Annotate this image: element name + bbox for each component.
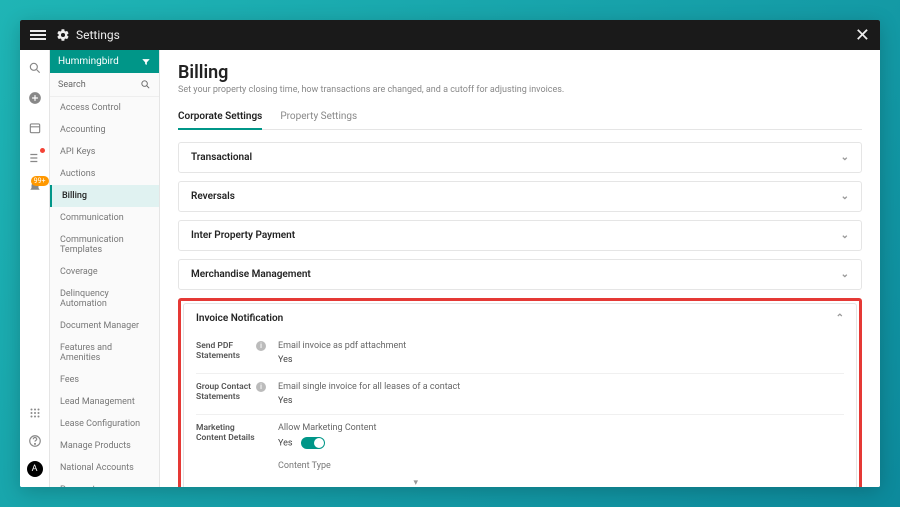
sidebar-item[interactable]: Accounting (50, 119, 159, 141)
content-type-select[interactable]: ▾ (278, 474, 418, 487)
sidebar-item[interactable]: Features and Amenities (50, 337, 159, 369)
chevron-up-icon: ⌃ (836, 313, 844, 324)
sidebar-item[interactable]: Lease Configuration (50, 413, 159, 435)
sidebar-item[interactable]: Communication (50, 207, 159, 229)
sidebar-item[interactable]: Document Manager (50, 315, 159, 337)
titlebar-label: Settings (76, 28, 120, 42)
allow-marketing-toggle[interactable] (301, 437, 325, 449)
page-subtitle: Set your property closing time, how tran… (178, 85, 862, 95)
sidebar-search[interactable]: Search (50, 73, 159, 97)
tabs: Corporate Settings Property Settings (178, 105, 862, 130)
search-placeholder: Search (58, 80, 86, 90)
tab[interactable]: Corporate Settings (178, 105, 262, 130)
section-reversals[interactable]: Reversals⌄ (178, 181, 862, 212)
sidebar-nav: Access ControlAccountingAPI KeysAuctions… (50, 97, 159, 487)
setting-marketing-content: Marketing Content Details Allow Marketin… (196, 414, 844, 487)
tab[interactable]: Property Settings (280, 105, 357, 129)
section-inter-property[interactable]: Inter Property Payment⌄ (178, 220, 862, 251)
section-merchandise[interactable]: Merchandise Management⌄ (178, 259, 862, 290)
menu-icon[interactable] (30, 30, 46, 40)
info-icon[interactable]: i (256, 341, 266, 351)
page-title: Billing (178, 62, 862, 83)
sidebar-item[interactable]: API Keys (50, 141, 159, 163)
sidebar-item[interactable]: Coverage (50, 261, 159, 283)
highlight-box: Invoice Notification ⌃ Send PDF Statemen… (178, 298, 862, 487)
rail-calendar-icon[interactable] (27, 120, 43, 136)
dropdown-icon: ▾ (413, 478, 418, 487)
sidebar-item[interactable]: National Accounts (50, 457, 159, 479)
main-content: Billing Set your property closing time, … (160, 50, 880, 487)
chevron-down-icon: ⌄ (841, 191, 849, 202)
section-invoice-notification: Invoice Notification ⌃ Send PDF Statemen… (183, 303, 857, 487)
sidebar-item[interactable]: Lead Management (50, 391, 159, 413)
info-icon[interactable]: i (256, 382, 266, 392)
close-icon[interactable]: ✕ (855, 25, 870, 46)
invoice-notification-content: Send PDF Statements i Email invoice as p… (184, 333, 856, 487)
setting-send-pdf: Send PDF Statements i Email invoice as p… (196, 333, 844, 373)
chevron-down-icon: ⌄ (841, 230, 849, 241)
sidebar-item[interactable]: Manage Products (50, 435, 159, 457)
rail-notifications-icon[interactable]: 99+ (27, 180, 43, 196)
brand-label: Hummingbird (58, 56, 119, 67)
filter-icon[interactable] (141, 57, 151, 67)
app-body: 99+ A Hummingbird Search Access ControlA… (20, 50, 880, 487)
setting-group-contact: Group Contact Statements i Email single … (196, 373, 844, 414)
notification-badge: 99+ (31, 176, 49, 186)
sidebar-item[interactable]: Billing (50, 185, 159, 207)
sidebar-item[interactable]: Communication Templates (50, 229, 159, 261)
sidebar-item[interactable]: Fees (50, 369, 159, 391)
rail-apps-icon[interactable] (27, 405, 43, 421)
sidebar-item[interactable]: Delinquency Automation (50, 283, 159, 315)
rail-avatar[interactable]: A (27, 461, 43, 477)
rail-search-icon[interactable] (27, 60, 43, 76)
section-transactional[interactable]: Transactional⌄ (178, 142, 862, 173)
titlebar: Settings ✕ (20, 20, 880, 50)
sidebar-brand[interactable]: Hummingbird (50, 50, 159, 73)
sidebar-item[interactable]: Payment Configuration (50, 479, 159, 487)
rail-help-icon[interactable] (27, 433, 43, 449)
icon-rail: 99+ A (20, 50, 50, 487)
sidebar-item[interactable]: Auctions (50, 163, 159, 185)
chevron-down-icon: ⌄ (841, 269, 849, 280)
chevron-down-icon: ⌄ (841, 152, 849, 163)
sidebar: Hummingbird Search Access ControlAccount… (50, 50, 160, 487)
sidebar-item[interactable]: Access Control (50, 97, 159, 119)
search-icon (140, 79, 151, 90)
gear-icon[interactable] (56, 28, 70, 42)
invoice-notification-header[interactable]: Invoice Notification ⌃ (184, 304, 856, 333)
rail-tasks-icon[interactable] (27, 150, 43, 166)
app-window: Settings ✕ 99+ A Hummingbird Search (20, 20, 880, 487)
rail-add-icon[interactable] (27, 90, 43, 106)
